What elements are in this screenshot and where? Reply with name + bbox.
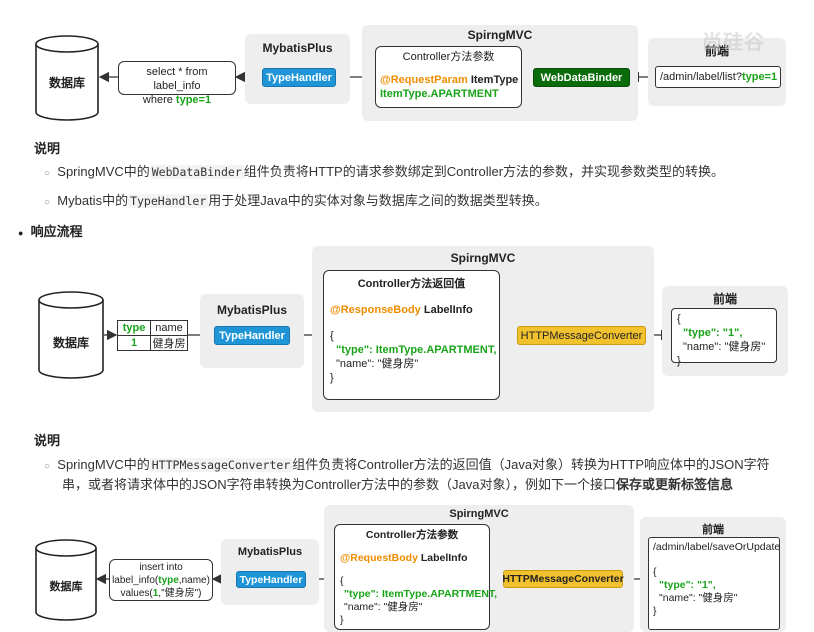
json-type-enum: ItemType.APARTMENT, bbox=[381, 588, 498, 600]
typehandler-node: TypeHandler bbox=[236, 571, 306, 588]
sql-line1: select * from label_info bbox=[146, 66, 208, 92]
table-cell-type: 1 bbox=[117, 335, 151, 351]
springmvc-title: SpirngMVC bbox=[449, 508, 509, 520]
frontend-json-box: { "type": "1", "name": "健身房" } bbox=[671, 308, 777, 367]
json-name: "name": "健身房" bbox=[336, 358, 419, 370]
response-body-annotation: @ResponseBody bbox=[330, 304, 421, 316]
controller-title: Controller方法参数 bbox=[402, 51, 495, 63]
controller-return-box: Controller方法返回值 @ResponseBody LabelInfo … bbox=[323, 270, 500, 400]
controller-title: Controller方法返回值 bbox=[357, 278, 466, 290]
sql-line2-prefix: where bbox=[142, 94, 176, 106]
springmvc-title: SpirngMVC bbox=[467, 28, 533, 42]
save-or-update-link: 保存或更新标签信息 bbox=[616, 477, 734, 492]
database-label: 数据库 bbox=[49, 581, 83, 593]
http-message-converter-node: HTTPMessageConverter bbox=[517, 326, 646, 345]
controller-param-box: Controller方法参数 @RequestParam ItemType It… bbox=[375, 46, 522, 108]
table-header-type: type bbox=[117, 320, 151, 336]
desc1-bullet1: ○ SpringMVC中的 WebDataBinder 组件负责将HTTP的请求参数… bbox=[44, 164, 725, 179]
param-type: LabelInfo bbox=[417, 552, 468, 564]
frontend-title: 前端 bbox=[712, 292, 737, 306]
enum-value: ItemType.APARTMENT bbox=[380, 88, 499, 100]
param-type: ItemType bbox=[467, 74, 519, 86]
url-param: type=1 bbox=[741, 71, 778, 83]
json-name: "name": "健身房" bbox=[344, 601, 423, 613]
desc2-line1: ○ SpringMVC中的 HTTPMessageConverter 组件负责将Co… bbox=[44, 457, 770, 472]
fe-json-name: "name": "健身房" bbox=[659, 592, 738, 604]
controller-body-box: Controller方法参数 @RequestBody LabelInfo { … bbox=[334, 524, 497, 630]
http-message-converter-code: HTTPMessageConverter bbox=[149, 458, 293, 472]
request-url-box: /admin/label/list?type=1 bbox=[655, 66, 781, 88]
typehandler-node: TypeHandler bbox=[262, 68, 336, 87]
sql-query-box: select * from label_info where type=1 bbox=[118, 61, 236, 106]
desc2-line2: 串，或者将请求体中的JSON字符串转换为Controller方法中的参数（Jav… bbox=[62, 477, 734, 492]
database-label: 数据库 bbox=[48, 76, 85, 90]
fe-json-type: "type": "1", bbox=[659, 579, 716, 591]
response-heading: ● 响应流程 bbox=[18, 224, 83, 239]
springmvc-title: SpirngMVC bbox=[450, 251, 516, 265]
desc1-heading: 说明 bbox=[34, 141, 61, 156]
database-label: 数据库 bbox=[52, 336, 89, 350]
request-body-annotation: @RequestBody bbox=[340, 552, 418, 564]
table-header-name: name bbox=[150, 320, 188, 336]
url-prefix: /admin/label/list? bbox=[660, 71, 742, 83]
sql-line2-key: type=1 bbox=[175, 94, 212, 106]
return-type: LabelInfo bbox=[420, 304, 473, 316]
mybatisplus-title: MybatisPlus bbox=[262, 41, 333, 55]
table-cell-name: 健身房 bbox=[150, 335, 188, 351]
http-message-converter-node: HTTPMessageConverter bbox=[502, 570, 624, 588]
watermark-logo: 尚硅谷 bbox=[702, 32, 765, 54]
typehandler-code: TypeHandler bbox=[128, 194, 209, 208]
mybatisplus-title: MybatisPlus bbox=[216, 303, 288, 317]
frontend-request-box: /admin/label/saveOrUpdate { "type": "1",… bbox=[648, 537, 780, 630]
save-url: /admin/label/saveOrUpdate bbox=[653, 541, 781, 553]
sql-insert-box: insert into label_info(type,name) values… bbox=[109, 559, 213, 601]
request-param-annotation: @RequestParam bbox=[380, 74, 468, 86]
controller-title: Controller方法参数 bbox=[365, 529, 459, 541]
fe-json-name: "name": "健身房" bbox=[683, 341, 766, 353]
webdatabinder-node: WebDataBinder bbox=[533, 68, 630, 87]
frontend-title: 前端 bbox=[702, 524, 724, 536]
json-type-enum: ItemType.APARTMENT, bbox=[375, 344, 497, 356]
typehandler-node: TypeHandler bbox=[214, 326, 290, 345]
webdatabinder-code: WebDataBinder bbox=[149, 165, 244, 179]
desc1-bullet2: ○ Mybatis中的 TypeHandler 用于处理Java中的实体对象与数据库… bbox=[44, 193, 548, 208]
mybatisplus-title: MybatisPlus bbox=[237, 546, 303, 558]
fe-json-type: "type": "1", bbox=[683, 327, 743, 339]
desc2-heading: 说明 bbox=[34, 433, 61, 448]
